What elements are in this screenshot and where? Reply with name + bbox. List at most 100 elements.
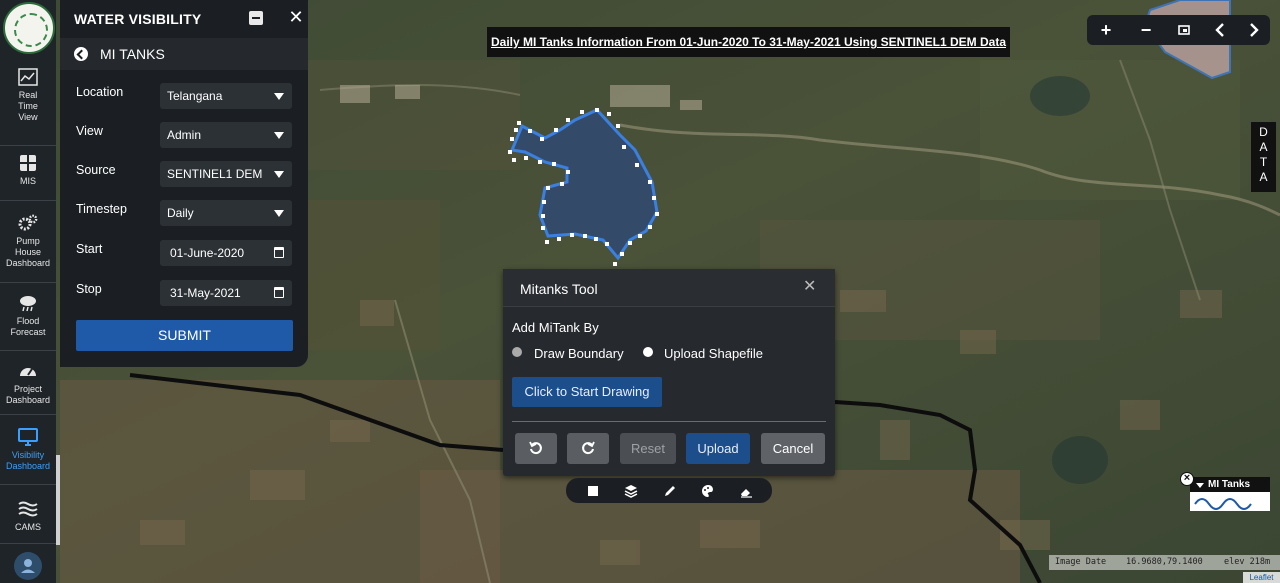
location-select[interactable]: Telangana (160, 83, 292, 109)
nav-divider (0, 145, 56, 146)
view-label: View (76, 124, 103, 138)
minimize-icon[interactable] (249, 11, 263, 25)
palette-icon[interactable] (700, 483, 716, 499)
chevron-down-icon (274, 132, 284, 139)
close-icon[interactable]: ✕ (288, 8, 304, 26)
next-extent-icon[interactable] (1244, 20, 1264, 40)
add-mitank-label: Add MiTank By (512, 320, 599, 335)
data-tab-letter: A (1259, 170, 1268, 184)
upload-button[interactable]: Upload (686, 433, 750, 464)
timestep-label: Timestep (76, 202, 127, 216)
nav-divider (0, 414, 56, 415)
nav-label: Pump House Dashboard (5, 236, 51, 268)
start-date-input[interactable]: 01-June-2020 (160, 240, 292, 266)
user-avatar[interactable] (14, 552, 42, 580)
back-arrow-icon[interactable] (74, 47, 88, 61)
data-tab-letter: A (1259, 140, 1268, 154)
table-grid-icon (20, 155, 36, 171)
legend-title[interactable]: MI Tanks (1190, 477, 1270, 492)
stop-date-value: 31-May-2021 (170, 286, 241, 300)
nav-project-dashboard[interactable]: Project Dashboard (0, 362, 56, 406)
upload-shapefile-radio[interactable] (643, 347, 653, 357)
nav-label: Project Dashboard (5, 384, 51, 405)
start-row: Start 01-June-2020 (76, 240, 296, 266)
nav-label: Visibility Dashboard (5, 450, 51, 471)
legend-close-icon[interactable]: × (1180, 472, 1194, 486)
zoom-extent-icon[interactable] (1174, 20, 1194, 40)
chevron-down-icon (274, 210, 284, 217)
monitor-icon (18, 428, 38, 446)
map-status-bar: Image Date 16.9680,79.1400 elev 218m (1049, 555, 1280, 570)
draw-boundary-radio[interactable] (512, 347, 522, 357)
chart-icon (18, 68, 38, 86)
telangana-logo (3, 2, 55, 54)
start-label: Start (76, 242, 103, 256)
nav-divider (0, 484, 56, 485)
zoom-in-icon[interactable]: + (1096, 20, 1116, 40)
nav-divider (0, 543, 56, 544)
nav-flood-forecast[interactable]: Flood Forecast (0, 294, 56, 338)
gears-icon (18, 214, 38, 231)
calendar-icon[interactable] (274, 247, 284, 258)
speedometer-icon (20, 368, 36, 376)
view-select[interactable]: Admin (160, 122, 292, 148)
start-date-value: 01-June-2020 (170, 246, 245, 260)
calendar-icon[interactable] (274, 287, 284, 298)
layers-icon[interactable] (623, 483, 639, 499)
rectangle-icon[interactable] (585, 483, 601, 499)
reset-button[interactable]: Reset (620, 433, 676, 464)
undo-button[interactable] (515, 433, 557, 464)
chevron-down-icon (274, 93, 284, 100)
waves-icon (18, 501, 38, 517)
leaflet-attribution-link[interactable]: Leaflet (1243, 572, 1280, 583)
view-row: View Admin (76, 122, 296, 148)
map-title-banner: Daily MI Tanks Information From 01-Jun-2… (487, 27, 1010, 57)
user-icon (21, 559, 35, 573)
panel-subheader: MI TANKS (60, 38, 308, 70)
nav-label: Flood Forecast (10, 316, 46, 337)
stop-date-input[interactable]: 31-May-2021 (160, 280, 292, 306)
nav-cams[interactable]: CAMS (0, 500, 56, 533)
previous-extent-icon[interactable] (1210, 20, 1230, 40)
redo-button[interactable] (567, 433, 609, 464)
stop-label: Stop (76, 282, 102, 296)
eraser-icon[interactable] (738, 483, 754, 499)
location-row: Location Telangana (76, 83, 296, 109)
nav-real-time-view[interactable]: Real Time View (0, 68, 56, 123)
nav-scrollbar[interactable] (56, 455, 60, 545)
timestep-value: Daily (167, 206, 194, 220)
nav-divider (0, 282, 56, 283)
submit-button[interactable]: SUBMIT (76, 320, 293, 351)
nav-mis[interactable]: MIS (0, 154, 56, 187)
view-value: Admin (167, 128, 202, 142)
source-value: SENTINEL1 DEM (167, 167, 263, 181)
nav-divider (0, 200, 56, 201)
undo-icon (529, 441, 542, 455)
timestep-select[interactable]: Daily (160, 200, 292, 226)
upload-shapefile-label[interactable]: Upload Shapefile (664, 346, 763, 361)
nav-label: Real Time View (18, 90, 38, 122)
location-value: Telangana (167, 89, 223, 103)
data-tab[interactable]: D A T A (1251, 122, 1276, 192)
draw-toolbar (566, 478, 772, 503)
start-drawing-button[interactable]: Click to Start Drawing (512, 377, 662, 407)
cloud-rain-icon (20, 296, 36, 312)
mitanks-tool-dialog: Mitanks Tool ✕ Add MiTank By Draw Bounda… (503, 269, 835, 476)
draw-boundary-label[interactable]: Draw Boundary (534, 346, 624, 361)
close-icon[interactable]: ✕ (803, 279, 817, 295)
nav-label: CAMS (14, 522, 41, 532)
elevation-readout: elev 218m (1224, 557, 1271, 567)
nav-label: MIS (19, 176, 36, 186)
data-tab-letter: D (1259, 125, 1268, 139)
timestep-row: Timestep Daily (76, 200, 296, 226)
source-row: Source SENTINEL1 DEM (76, 161, 296, 187)
source-select[interactable]: SENTINEL1 DEM (160, 161, 292, 187)
source-label: Source (76, 163, 116, 177)
cancel-button[interactable]: Cancel (761, 433, 825, 464)
zoom-out-icon[interactable]: − (1136, 20, 1156, 40)
nav-pump-house-dashboard[interactable]: Pump House Dashboard (0, 214, 56, 269)
panel-title: WATER VISIBILITY (74, 11, 202, 27)
legend-wave-symbol (1194, 498, 1252, 510)
nav-visibility-dashboard[interactable]: Visibility Dashboard (0, 428, 56, 472)
pencil-icon[interactable] (662, 483, 678, 499)
